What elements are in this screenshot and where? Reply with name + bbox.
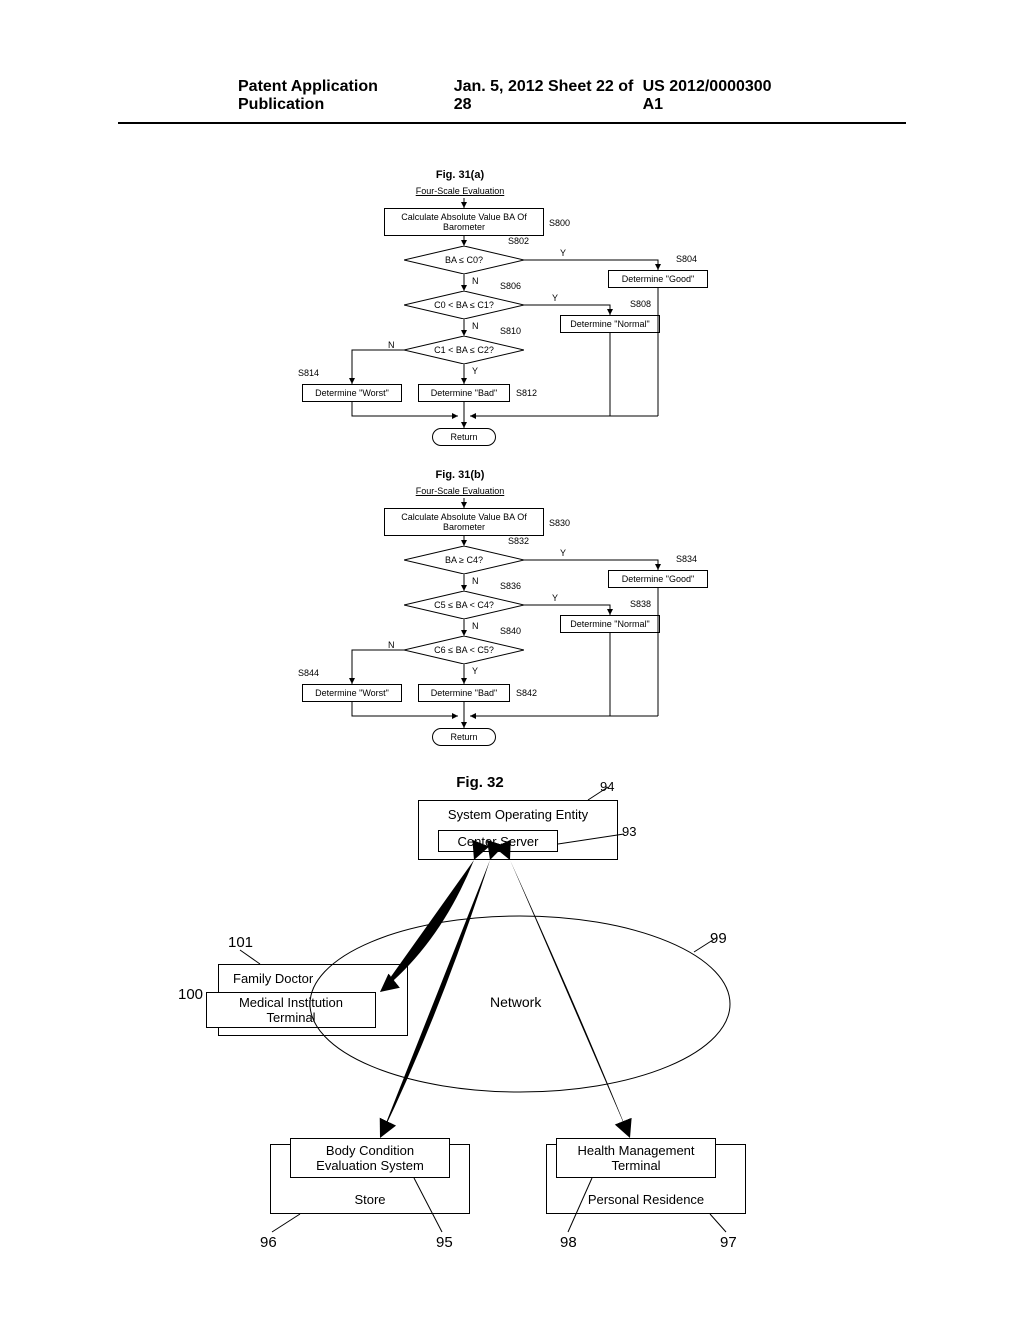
fig31a-d3: C1 < BA ≤ C2?	[404, 336, 524, 364]
fig31a-s810: S810	[500, 326, 521, 336]
fig32-l101: 101	[228, 934, 253, 951]
fig31a-s808: S808	[630, 299, 651, 309]
fig31b-normal-box: Determine "Normal"	[560, 615, 660, 633]
fig31b-s844: S844	[298, 668, 319, 678]
fig31a-bad-box: Determine "Bad"	[418, 384, 510, 402]
fig31b-worst-box: Determine "Worst"	[302, 684, 402, 702]
fig31b-n3: N	[388, 640, 395, 650]
fig32-network-text: Network	[490, 994, 541, 1010]
fig31a-y1: Y	[560, 248, 566, 258]
fig31b-s830: S830	[549, 518, 570, 528]
fig31a-s814: S814	[298, 368, 319, 378]
fig31a-s804: S804	[676, 254, 697, 264]
fig32-title: Fig. 32	[420, 774, 540, 791]
fig31b-d1: BA ≥ C4?	[404, 546, 524, 574]
fig31b-title: Fig. 31(b)	[400, 469, 520, 481]
fig32-center-server-box: Center Server	[438, 830, 558, 852]
fig31a-s802: S802	[508, 236, 529, 246]
fig31a-d1: BA ≤ C0?	[404, 246, 524, 274]
fig31a-worst-box: Determine "Worst"	[302, 384, 402, 402]
fig32-l94: 94	[600, 779, 614, 794]
header-left: Patent Application Publication	[238, 78, 454, 114]
fig31b-bad-box: Determine "Bad"	[418, 684, 510, 702]
fig32-l93: 93	[622, 824, 636, 839]
fig31b-s834: S834	[676, 554, 697, 564]
fig31b-subtitle: Four-Scale Evaluation	[400, 486, 520, 496]
fig32-hmt-box: Health Management Terminal	[556, 1138, 716, 1178]
fig31a-y3: Y	[472, 366, 478, 376]
fig31a-n2: N	[472, 321, 479, 331]
fig31a-n1: N	[472, 276, 479, 286]
fig31b-d2-text: C5 ≤ BA < C4?	[404, 591, 524, 619]
fig31b-s838: S838	[630, 599, 651, 609]
fig31a-d1-text: BA ≤ C0?	[404, 246, 524, 274]
fig31b-y2: Y	[552, 593, 558, 603]
fig31a-y2: Y	[552, 293, 558, 303]
fig31a-s800: S800	[549, 218, 570, 228]
fig31a-subtitle: Four-Scale Evaluation	[400, 186, 520, 196]
fig31b-n2: N	[472, 621, 479, 631]
fig31b-s832: S832	[508, 536, 529, 546]
fig31a-return-box: Return	[432, 428, 496, 446]
fig31a-title: Fig. 31(a)	[400, 169, 520, 181]
page-header: Patent Application Publication Jan. 5, 2…	[118, 0, 906, 124]
fig31b-d3-text: C6 ≤ BA < C5?	[404, 636, 524, 664]
fig31b-y1: Y	[560, 548, 566, 558]
fig32-l99: 99	[710, 930, 727, 947]
fig31a-n3: N	[388, 340, 395, 350]
fig31b-d1-text: BA ≥ C4?	[404, 546, 524, 574]
fig31b-s842: S842	[516, 688, 537, 698]
fig32-l97: 97	[720, 1234, 737, 1251]
fig32-bce-box: Body Condition Evaluation System	[290, 1138, 450, 1178]
header-center: Jan. 5, 2012 Sheet 22 of 28	[454, 78, 643, 114]
fig31b-s840: S840	[500, 626, 521, 636]
fig32-l95: 95	[436, 1234, 453, 1251]
fig31b-s836: S836	[500, 581, 521, 591]
header-right: US 2012/0000300 A1	[643, 78, 786, 114]
fig31a-good-box: Determine "Good"	[608, 270, 708, 288]
fig31a-d2: C0 < BA ≤ C1?	[404, 291, 524, 319]
fig32-l98: 98	[560, 1234, 577, 1251]
fig31a-normal-box: Determine "Normal"	[560, 315, 660, 333]
fig31a-s812: S812	[516, 388, 537, 398]
fig32-l100: 100	[178, 986, 203, 1003]
fig31a-d3-text: C1 < BA ≤ C2?	[404, 336, 524, 364]
fig31b-d3: C6 ≤ BA < C5?	[404, 636, 524, 664]
fig31b-y3: Y	[472, 666, 478, 676]
fig31a-d2-text: C0 < BA ≤ C1?	[404, 291, 524, 319]
fig32-l96: 96	[260, 1234, 277, 1251]
fig31b-good-box: Determine "Good"	[608, 570, 708, 588]
fig31b-n1: N	[472, 576, 479, 586]
fig31b-d2: C5 ≤ BA < C4?	[404, 591, 524, 619]
fig31a-calc-box: Calculate Absolute Value BA Of Barometer	[384, 208, 544, 236]
fig31b-calc-box: Calculate Absolute Value BA Of Barometer	[384, 508, 544, 536]
fig31a-s806: S806	[500, 281, 521, 291]
fig31b-return-box: Return	[432, 728, 496, 746]
